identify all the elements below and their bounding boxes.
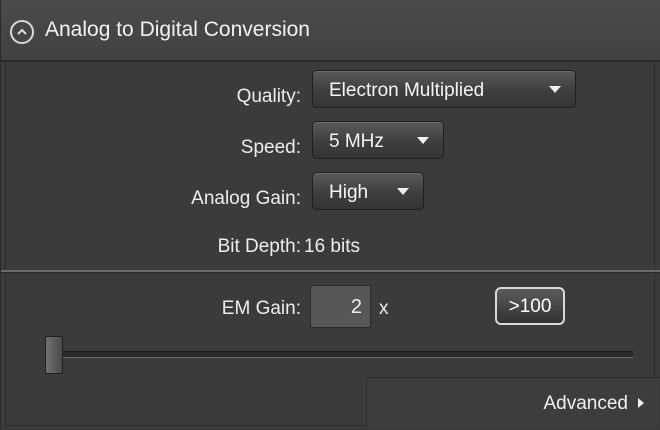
em-gain-boost-button[interactable]: >100 xyxy=(495,287,565,325)
speed-label: Speed: xyxy=(240,137,301,158)
em-gain-slider-thumb[interactable] xyxy=(45,336,63,374)
speed-value: 5 MHz xyxy=(329,131,384,152)
section-divider xyxy=(1,270,660,273)
analog-gain-label: Analog Gain: xyxy=(191,188,301,209)
chevron-down-icon xyxy=(549,86,561,93)
collapse-button[interactable] xyxy=(10,20,34,44)
panel-header[interactable]: Analog to Digital Conversion xyxy=(1,0,660,62)
em-gain-slider-track[interactable] xyxy=(53,351,633,358)
quality-label: Quality: xyxy=(236,86,301,107)
em-gain-label: EM Gain: xyxy=(221,298,301,319)
em-gain-unit: x xyxy=(379,298,389,319)
quality-dropdown[interactable]: Electron Multiplied xyxy=(312,70,576,108)
em-gain-input[interactable]: 2 xyxy=(310,285,371,328)
panel-title: Analog to Digital Conversion xyxy=(45,18,310,41)
advanced-label: Advanced xyxy=(543,393,628,414)
speed-dropdown[interactable]: 5 MHz xyxy=(312,121,444,159)
analog-gain-dropdown[interactable]: High xyxy=(312,172,424,210)
chevron-up-icon xyxy=(17,28,27,35)
quality-value: Electron Multiplied xyxy=(329,80,485,101)
chevron-down-icon xyxy=(397,188,409,195)
bit-depth-label: Bit Depth: xyxy=(217,236,301,257)
chevron-right-icon xyxy=(638,398,644,408)
advanced-button[interactable]: Advanced xyxy=(366,377,658,426)
chevron-down-icon xyxy=(417,137,429,144)
bit-depth-value: 16 bits xyxy=(304,236,360,257)
adc-panel: Analog to Digital Conversion Quality: El… xyxy=(0,0,660,430)
analog-gain-value: High xyxy=(329,182,369,203)
